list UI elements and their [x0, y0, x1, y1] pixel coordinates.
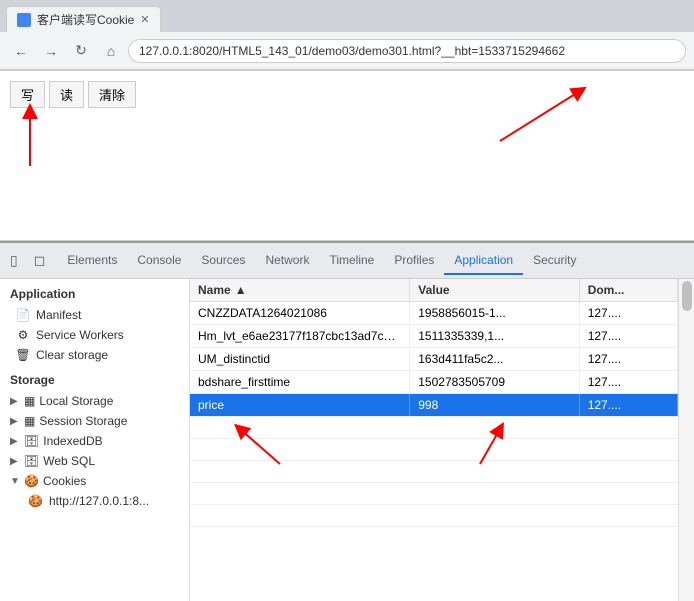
forward-button[interactable]: →	[38, 38, 64, 64]
content-panel: Name ▲ Value Dom... CNZZDATA1264021086	[190, 279, 694, 601]
devtools-tab-bar: ▯ ◻ Elements Console Sources Network Tim…	[0, 243, 694, 279]
tab-profiles[interactable]: Profiles	[384, 247, 444, 275]
devtools-sidebar: Application 📄 Manifest ⚙ Service Workers…	[0, 279, 190, 601]
expand-arrow-indexeddb: ▶	[10, 436, 20, 447]
td-name-3: bdshare_firsttime	[190, 371, 410, 393]
td-name-1: Hm_lvt_e6ae23177f187cbc13ad7cd0e5fd0a95	[190, 325, 410, 347]
table-row-empty	[190, 439, 678, 461]
table-area: Name ▲ Value Dom... CNZZDATA1264021086	[190, 279, 694, 601]
address-bar[interactable]	[128, 39, 686, 63]
reload-button[interactable]: ↻	[68, 38, 94, 64]
read-button[interactable]: 读	[49, 81, 84, 108]
td-name-4: price	[190, 394, 410, 416]
sidebar-item-clear-storage[interactable]: 🗑 Clear storage	[0, 345, 189, 365]
table-row-empty	[190, 461, 678, 483]
app-section-header: Application	[0, 279, 189, 305]
td-value-4: 998	[410, 394, 579, 416]
sidebar-item-cookies[interactable]: ▼ 🍪 Cookies	[0, 471, 189, 491]
table-row-empty	[190, 505, 678, 527]
table-row[interactable]: CNZZDATA1264021086 1958856015-1... 127..…	[190, 302, 678, 325]
table-row[interactable]: bdshare_firsttime 1502783505709 127....	[190, 371, 678, 394]
th-domain: Dom...	[580, 279, 678, 301]
scrollbar-thumb[interactable]	[682, 281, 692, 311]
storage-section-header: Storage	[0, 365, 189, 391]
tab-application[interactable]: Application	[444, 247, 523, 275]
nav-bar: ← → ↻ ⌂	[0, 32, 694, 70]
websql-icon: 🗄	[24, 454, 39, 468]
td-name-2: UM_distinctid	[190, 348, 410, 370]
td-domain-0: 127....	[580, 302, 678, 324]
tab-close-button[interactable]: ✕	[140, 13, 149, 26]
td-domain-3: 127....	[580, 371, 678, 393]
sidebar-item-indexeddb[interactable]: ▶ 🗄 IndexedDB	[0, 431, 189, 451]
vertical-scrollbar[interactable]	[678, 279, 694, 601]
cookie-table: Name ▲ Value Dom... CNZZDATA1264021086	[190, 279, 678, 601]
tab-network[interactable]: Network	[255, 247, 319, 275]
expand-arrow-websql: ▶	[10, 456, 20, 467]
devtools-inspect-button[interactable]: ▯	[6, 248, 22, 273]
home-button[interactable]: ⌂	[98, 38, 124, 64]
sidebar-item-service-workers[interactable]: ⚙ Service Workers	[0, 325, 189, 345]
session-storage-icon: ▦	[24, 414, 35, 428]
table-row-empty	[190, 417, 678, 439]
table-row-selected[interactable]: price 998 127....	[190, 394, 678, 417]
tab-sources[interactable]: Sources	[191, 247, 255, 275]
sidebar-item-local-storage[interactable]: ▶ ▦ Local Storage	[0, 391, 189, 411]
th-value: Value	[410, 279, 579, 301]
tab-console[interactable]: Console	[127, 247, 191, 275]
table-header: Name ▲ Value Dom...	[190, 279, 678, 302]
td-value-1: 1511335339,1...	[410, 325, 579, 347]
table-row-empty	[190, 483, 678, 505]
devtools-device-button[interactable]: ◻	[30, 248, 50, 273]
td-domain-2: 127....	[580, 348, 678, 370]
td-value-2: 163d411fa5c2...	[410, 348, 579, 370]
browser-chrome: 客户端读写Cookie ✕ ← → ↻ ⌂	[0, 0, 694, 71]
td-domain-1: 127....	[580, 325, 678, 347]
tab-favicon	[17, 13, 31, 27]
sidebar-item-websql[interactable]: ▶ 🗄 Web SQL	[0, 451, 189, 471]
tab-elements[interactable]: Elements	[57, 247, 127, 275]
devtools: ▯ ◻ Elements Console Sources Network Tim…	[0, 241, 694, 601]
manifest-icon: 📄	[16, 308, 30, 322]
expand-arrow-local: ▶	[10, 396, 20, 407]
clear-storage-icon: 🗑	[16, 348, 30, 362]
tab-bar: 客户端读写Cookie ✕	[0, 0, 694, 32]
expand-arrow-session: ▶	[10, 416, 20, 427]
tab-security[interactable]: Security	[523, 247, 586, 275]
indexeddb-icon: 🗄	[24, 434, 39, 448]
browser-tab[interactable]: 客户端读写Cookie ✕	[6, 6, 161, 32]
table-row[interactable]: UM_distinctid 163d411fa5c2... 127....	[190, 348, 678, 371]
tab-title: 客户端读写Cookie	[37, 11, 134, 28]
sidebar-sub-item-cookies-origin[interactable]: 🍪 http://127.0.0.1:8...	[0, 491, 189, 511]
sidebar-item-manifest[interactable]: 📄 Manifest	[0, 305, 189, 325]
page-content: 写 读 清除	[0, 71, 694, 241]
td-domain-4: 127....	[580, 394, 678, 416]
tab-timeline[interactable]: Timeline	[319, 247, 384, 275]
td-value-0: 1958856015-1...	[410, 302, 579, 324]
th-name: Name ▲	[190, 279, 410, 301]
table-row[interactable]: Hm_lvt_e6ae23177f187cbc13ad7cd0e5fd0a95 …	[190, 325, 678, 348]
sidebar-item-session-storage[interactable]: ▶ ▦ Session Storage	[0, 411, 189, 431]
cookies-origin-icon: 🍪	[28, 494, 43, 508]
expand-arrow-cookies: ▼	[10, 476, 20, 487]
devtools-main: Application 📄 Manifest ⚙ Service Workers…	[0, 279, 694, 601]
clear-button[interactable]: 清除	[88, 81, 136, 108]
write-button[interactable]: 写	[10, 81, 45, 108]
page-buttons: 写 读 清除	[10, 81, 684, 108]
cookies-icon: 🍪	[24, 474, 39, 488]
back-button[interactable]: ←	[8, 38, 34, 64]
local-storage-icon: ▦	[24, 394, 35, 408]
sort-icon: ▲	[235, 283, 247, 297]
service-workers-icon: ⚙	[16, 328, 30, 342]
td-value-3: 1502783505709	[410, 371, 579, 393]
td-name-0: CNZZDATA1264021086	[190, 302, 410, 324]
